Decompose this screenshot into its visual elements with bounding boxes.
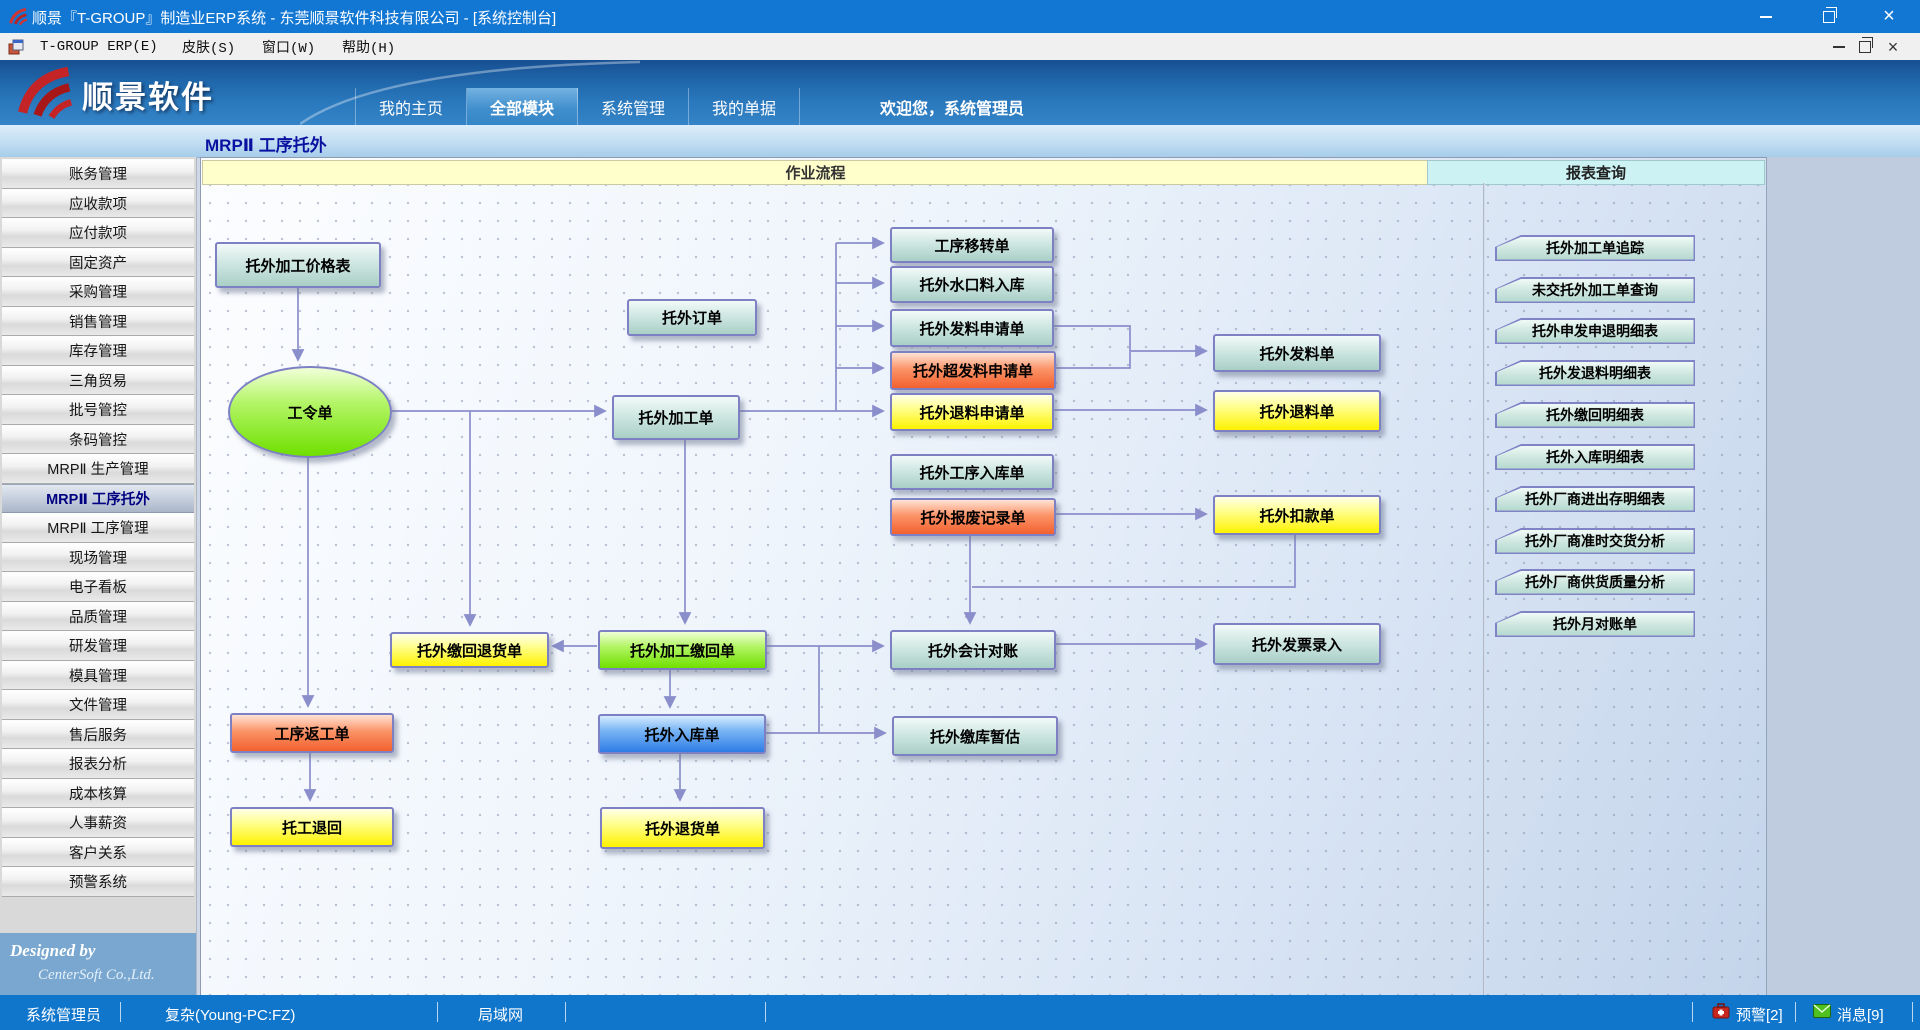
- first-aid-kit-icon: [1712, 1003, 1730, 1019]
- flow-node-scrap-record[interactable]: 托外报废记录单: [890, 498, 1056, 536]
- status-network: 局域网: [478, 1004, 523, 1025]
- report-label: 托外厂商进出存明细表: [1497, 488, 1694, 511]
- flow-node-goods-return[interactable]: 托外退货单: [600, 807, 765, 849]
- report-button-turnin-detail[interactable]: 托外缴回明细表: [1495, 402, 1695, 428]
- flow-node-invoice-entry[interactable]: 托外发票录入: [1213, 623, 1381, 665]
- flow-node-deduction-sheet[interactable]: 托外扣款单: [1213, 495, 1381, 535]
- report-label: 托外申发申退明细表: [1497, 320, 1694, 343]
- status-user: 系统管理员: [26, 1004, 101, 1025]
- flow-node-outsource-process-sheet[interactable]: 托外加工单: [612, 395, 740, 440]
- report-label: 托外入库明细表: [1497, 446, 1694, 469]
- report-button-vendor-inout[interactable]: 托外厂商进出存明细表: [1495, 486, 1695, 512]
- flow-node-outwork-return[interactable]: 托工退回: [230, 807, 394, 847]
- flow-node-material-return-request[interactable]: 托外退料申请单: [890, 393, 1054, 431]
- flow-node-work-order[interactable]: 工令单: [228, 366, 392, 458]
- report-button-undelivered[interactable]: 未交托外加工单查询: [1495, 277, 1695, 303]
- flow-node-storage-estimate[interactable]: 托外缴库暂估: [892, 716, 1058, 756]
- flow-node-issue-sheet[interactable]: 托外发料单: [1213, 334, 1381, 372]
- flow-node-process-rework[interactable]: 工序返工单: [230, 713, 394, 753]
- flow-node-issue-request[interactable]: 托外发料申请单: [890, 309, 1054, 347]
- flow-node-process-transfer[interactable]: 工序移转单: [890, 227, 1054, 263]
- flow-node-sprue-material-in[interactable]: 托外水口料入库: [890, 266, 1054, 303]
- report-button-monthly-statement[interactable]: 托外月对账单: [1495, 611, 1695, 637]
- report-label: 托外月对账单: [1497, 613, 1694, 636]
- flow-node-return-delivery[interactable]: 托外缴回退货单: [390, 632, 549, 668]
- flow-node-accounting-reconcile[interactable]: 托外会计对账: [890, 630, 1056, 670]
- envelope-icon: [1813, 1004, 1831, 1018]
- flow-node-warehouse-in[interactable]: 托外入库单: [598, 714, 766, 754]
- flow-node-process-warehouse-in[interactable]: 托外工序入库单: [890, 454, 1054, 490]
- report-label: 托外加工单追踪: [1497, 237, 1694, 260]
- report-label: 托外发退料明细表: [1497, 362, 1694, 385]
- status-host: 复杂(Young-PC:FZ): [165, 1004, 295, 1025]
- report-label: 托外厂商供货质量分析: [1497, 571, 1694, 594]
- flow-node-over-issue-request[interactable]: 托外超发料申请单: [890, 351, 1056, 390]
- flow-node-return-sheet[interactable]: 托外退料单: [1213, 390, 1381, 432]
- status-messages[interactable]: 消息[9]: [1837, 1004, 1884, 1025]
- report-label: 托外厂商准时交货分析: [1497, 530, 1694, 553]
- report-label: 托外缴回明细表: [1497, 404, 1694, 427]
- report-button-vendor-quality[interactable]: 托外厂商供货质量分析: [1495, 569, 1695, 595]
- report-button-issue-return-detail[interactable]: 托外发退料明细表: [1495, 360, 1695, 386]
- report-button-vendor-ontime[interactable]: 托外厂商准时交货分析: [1495, 528, 1695, 554]
- report-button-tracking[interactable]: 托外加工单追踪: [1495, 235, 1695, 261]
- flow-node-process-turn-in[interactable]: 托外加工缴回单: [598, 630, 767, 670]
- status-bar: 系统管理员 复杂(Young-PC:FZ) 局域网 预警[2] 消息[9]: [0, 995, 1920, 1030]
- report-button-warehouse-detail[interactable]: 托外入库明细表: [1495, 444, 1695, 470]
- erp-window: 顺景『T-GROUP』制造业ERP系统 - 东莞顺景软件科技有限公司 - [系统…: [0, 0, 1920, 1030]
- flow-node-outsource-order[interactable]: 托外订单: [627, 299, 757, 336]
- flow-node-outsource-price-list[interactable]: 托外加工价格表: [215, 242, 381, 288]
- status-alerts[interactable]: 预警[2]: [1736, 1004, 1783, 1025]
- report-button-request-detail[interactable]: 托外申发申退明细表: [1495, 318, 1695, 344]
- report-label: 未交托外加工单查询: [1497, 279, 1694, 302]
